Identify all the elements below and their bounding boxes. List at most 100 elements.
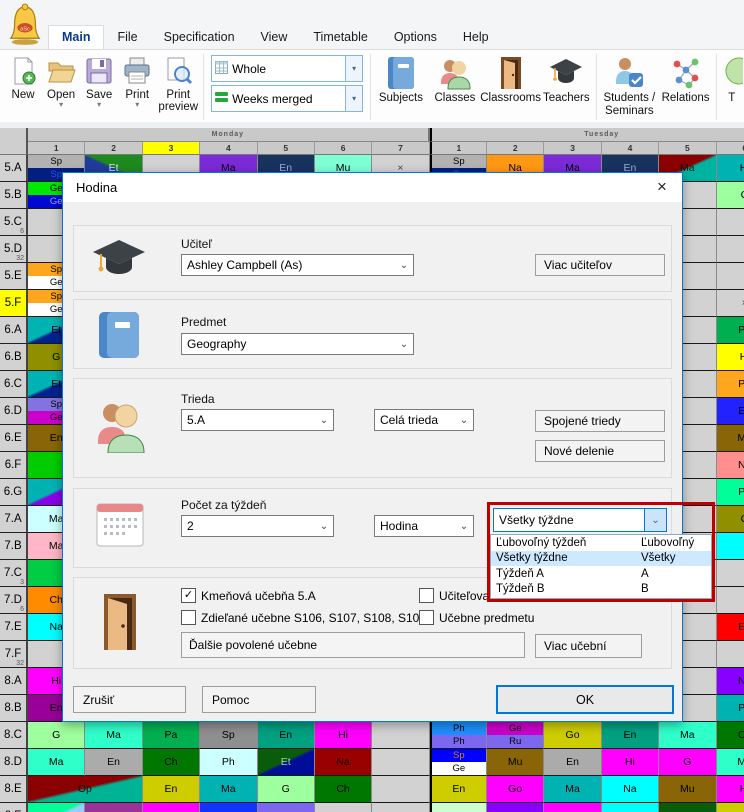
timetable-cell[interactable]: Ma [717, 749, 744, 776]
timetable-cell[interactable]: G [717, 182, 744, 209]
new-button[interactable]: New [4, 52, 42, 122]
timetable-cell[interactable] [602, 803, 659, 812]
view-mode-arrow-icon[interactable]: ▾ [345, 56, 362, 81]
timetable-cell[interactable]: Go [544, 722, 601, 749]
subject-rooms-checkbox[interactable]: Učebne predmetu [419, 610, 619, 625]
timetable-cell[interactable]: Hi [602, 749, 659, 776]
class-row-label[interactable]: 5.A [0, 155, 28, 182]
class-row-label[interactable]: 5.D32 [0, 236, 28, 263]
teachers-button[interactable]: Teachers [539, 52, 593, 122]
home-room-checkbox[interactable]: ✓ Kmeňová učebňa 5.A [181, 588, 421, 603]
tab-file[interactable]: File [104, 26, 150, 49]
count-combo[interactable]: 2 ⌄ [181, 515, 334, 537]
timetable-cell[interactable]: Na [602, 776, 659, 803]
timetable-cell[interactable]: SpGe [430, 749, 487, 776]
weeks-option-b[interactable]: Týždeň B B [491, 582, 711, 598]
timetable-cell[interactable] [717, 560, 744, 587]
help-button[interactable]: Pomoc [202, 686, 316, 713]
timetable-cell[interactable]: Hi [717, 344, 744, 371]
class-row-label[interactable]: 6.D [0, 398, 28, 425]
timetable-cell[interactable]: Na [315, 749, 372, 776]
timetable-cell[interactable]: Sp [200, 722, 257, 749]
timetable-cell[interactable]: G [28, 722, 85, 749]
class-row-label[interactable]: 8.B [0, 695, 28, 722]
teacher-combo[interactable]: Ashley Campbell (As) ⌄ [181, 254, 414, 276]
period-header[interactable]: 3 [544, 142, 601, 155]
timetable-cell[interactable] [717, 263, 744, 290]
open-button[interactable]: Open ▾ [42, 52, 80, 122]
timetable-cell[interactable]: Hi [717, 155, 744, 182]
duration-combo[interactable]: Hodina ⌄ [374, 515, 474, 537]
timetable-cell[interactable] [717, 587, 744, 614]
students-seminars-button[interactable]: Students / Seminars [600, 52, 658, 122]
save-dropdown-icon[interactable]: ▾ [97, 101, 101, 109]
class-row-label[interactable]: 8.C [0, 722, 28, 749]
class-row-label[interactable]: 6.E [0, 425, 28, 452]
weeks-option-a[interactable]: Týždeň A A [491, 566, 711, 582]
period-header[interactable]: 1 [430, 142, 487, 155]
view-mode-combo[interactable]: Whole ▾ [211, 55, 363, 82]
class-row-label[interactable]: 5.F [0, 290, 28, 317]
relations-button[interactable]: Relations [659, 52, 713, 122]
timetable-cell[interactable] [717, 209, 744, 236]
tab-main[interactable]: Main [48, 25, 104, 49]
joined-classes-button[interactable]: Spojené triedy [535, 410, 665, 432]
timetable-cell[interactable] [85, 803, 142, 812]
weeks-option-all[interactable]: Všetky týždne Všetky [491, 551, 711, 567]
timetable-cell[interactable]: Ch [717, 722, 744, 749]
timetable-cell[interactable]: Ma [85, 722, 142, 749]
timetable-cell[interactable] [487, 803, 544, 812]
timetable-cell[interactable]: Ma [544, 776, 601, 803]
chevron-down-icon[interactable]: ⌄ [644, 509, 666, 531]
timetable-cell[interactable]: PhPh [430, 722, 487, 749]
period-header[interactable]: 1 [28, 142, 85, 155]
timetable-cell[interactable]: Ph [717, 695, 744, 722]
clipped-toolbar-button[interactable]: T [719, 52, 744, 122]
class-row-label[interactable]: 7.B [0, 533, 28, 560]
weeks-mode-combo[interactable]: Weeks merged ▾ [211, 85, 363, 112]
tab-help[interactable]: Help [450, 26, 502, 49]
class-row-label[interactable]: 8.A [0, 668, 28, 695]
timetable-cell[interactable] [372, 776, 429, 803]
timetable-cell[interactable]: Mu [487, 749, 544, 776]
timetable-cell[interactable]: Ma [28, 749, 85, 776]
timetable-cell[interactable] [544, 803, 601, 812]
period-header[interactable]: 2 [85, 142, 142, 155]
print-preview-button[interactable]: Print preview [156, 52, 200, 122]
timetable-cell[interactable] [143, 803, 200, 812]
period-header[interactable]: 7 [372, 142, 429, 155]
timetable-cell[interactable]: En [717, 614, 744, 641]
timetable-cell[interactable]: En [544, 749, 601, 776]
timetable-cell[interactable] [372, 749, 429, 776]
period-header[interactable]: 3 [143, 142, 200, 155]
class-row-label[interactable]: 8.E [0, 776, 28, 803]
timetable-cell[interactable]: Na [717, 668, 744, 695]
class-row-label[interactable]: 6.G [0, 479, 28, 506]
class-scope-combo[interactable]: Celá trieda ⌄ [374, 409, 474, 431]
print-button[interactable]: Print ▾ [118, 52, 156, 122]
timetable-cell[interactable]: × [717, 290, 744, 317]
open-dropdown-icon[interactable]: ▾ [59, 101, 63, 109]
timetable-cell[interactable]: Na [717, 452, 744, 479]
timetable-cell[interactable]: En [143, 776, 200, 803]
save-button[interactable]: Save ▾ [80, 52, 118, 122]
close-icon[interactable]: × [652, 177, 672, 197]
checkbox-unchecked-icon[interactable] [181, 610, 196, 625]
ok-button[interactable]: OK [496, 685, 674, 714]
timetable-cell[interactable]: Ch [143, 749, 200, 776]
checkbox-checked-icon[interactable]: ✓ [181, 588, 196, 603]
timetable-cell[interactable] [717, 641, 744, 668]
class-row-label[interactable]: 5.B [0, 182, 28, 209]
timetable-cell[interactable] [430, 803, 487, 812]
timetable-cell[interactable] [372, 803, 429, 812]
timetable-cell[interactable]: Op [28, 776, 143, 803]
more-teachers-button[interactable]: Viac učiteľov [535, 254, 665, 276]
class-row-label[interactable]: 7.A [0, 506, 28, 533]
timetable-cell[interactable] [717, 236, 744, 263]
timetable-cell[interactable] [258, 803, 315, 812]
timetable-cell[interactable]: Pa [143, 722, 200, 749]
timetable-cell[interactable] [717, 533, 744, 560]
weeks-combo[interactable]: Všetky týždne ⌄ [493, 508, 667, 532]
timetable-cell[interactable]: Go [487, 776, 544, 803]
timetable-cell[interactable] [372, 722, 429, 749]
